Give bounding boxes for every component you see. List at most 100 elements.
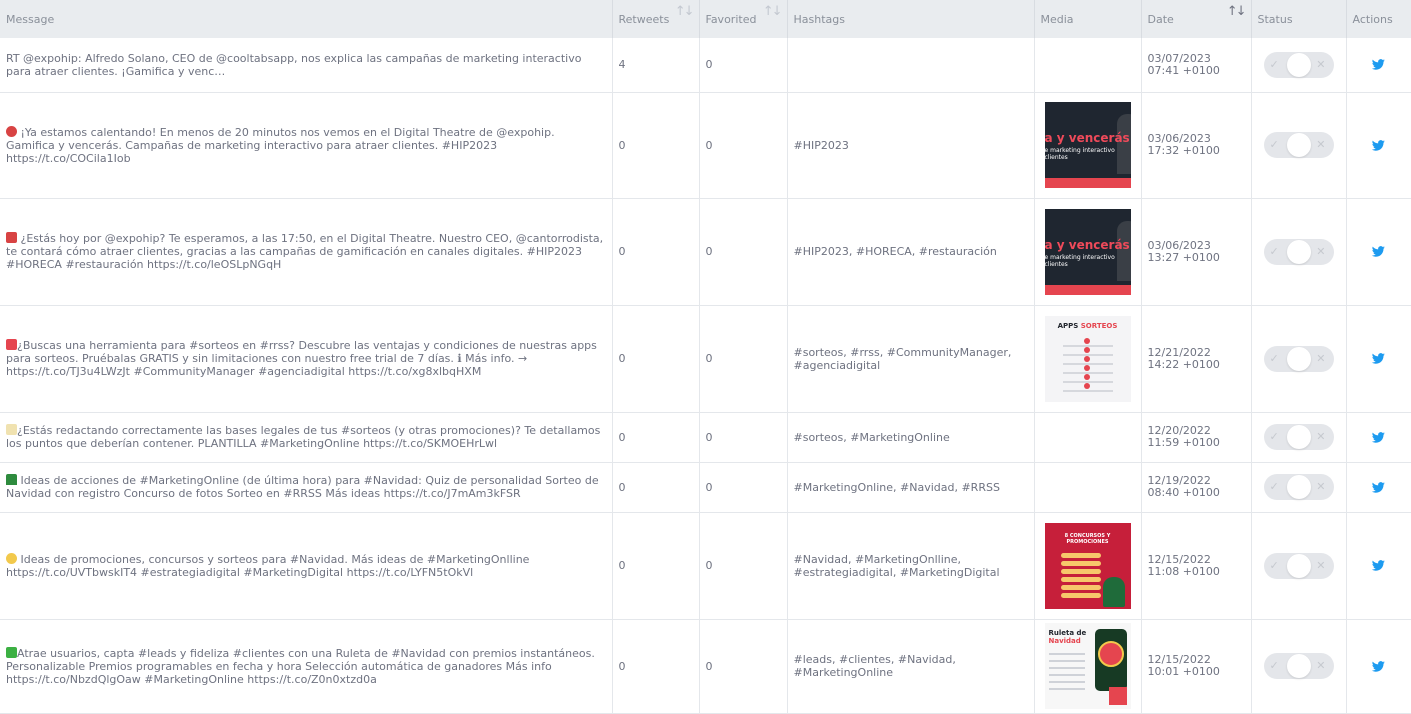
actions-cell <box>1346 198 1411 305</box>
twitter-icon[interactable] <box>1372 59 1386 70</box>
time-text: 11:59 +0100 <box>1147 436 1220 449</box>
time-text: 17:32 +0100 <box>1147 144 1220 157</box>
list-pill <box>1060 552 1101 558</box>
column-header-media: Media <box>1034 0 1142 38</box>
twitter-icon[interactable] <box>1372 431 1386 443</box>
media-thumbnail[interactable]: Ruleta de Navidad <box>1044 623 1131 709</box>
hashtags-text: #sorteos, #rrss, #CommunityManager, #age… <box>793 345 1012 372</box>
time-text: 13:27 +0100 <box>1147 250 1220 264</box>
status-toggle[interactable]: ✓ ✕ <box>1263 132 1334 158</box>
column-header-date[interactable]: Date ↑↓ <box>1141 0 1252 38</box>
media-thumbnail[interactable]: a y vencerás e marketing interactivo clie… <box>1044 208 1131 295</box>
retweets-count: 0 <box>618 430 626 444</box>
twitter-icon[interactable] <box>1372 139 1386 151</box>
retweets-cell: 0 <box>612 305 700 412</box>
retweets-count: 0 <box>618 138 626 152</box>
twitter-icon[interactable] <box>1372 481 1386 493</box>
hashtags-text: #leads, #clientes, #Navidad, #MarketingO… <box>793 653 956 679</box>
sort-icon[interactable]: ↑↓ <box>675 4 695 19</box>
date-text: 03/06/2023 <box>1147 238 1211 252</box>
sort-icon[interactable]: ↑↓ <box>1227 4 1247 19</box>
column-label: Favorited <box>705 12 757 26</box>
column-header-hashtags: Hashtags <box>787 0 1035 38</box>
list-line <box>1048 681 1085 683</box>
list-dot-icon <box>1083 382 1090 389</box>
actions-cell <box>1346 305 1411 412</box>
date-cell: 03/06/2023 13:27 +0100 <box>1141 198 1252 305</box>
date-text: 12/15/2022 <box>1147 552 1211 566</box>
favorited-count: 0 <box>705 430 713 444</box>
favorited-count: 0 <box>705 245 713 258</box>
hashtags-text: #sorteos, #MarketingOnline <box>793 430 950 444</box>
star-icon <box>6 339 17 350</box>
message-text: ¿Estás hoy por @expohip? Te esperamos, a… <box>6 232 604 271</box>
twitter-icon[interactable] <box>1372 353 1386 364</box>
sort-icon[interactable]: ↑↓ <box>763 4 783 19</box>
media-thumbnail[interactable]: a y vencerás e marketing interactivo clie… <box>1044 102 1131 188</box>
column-header-retweets[interactable]: Retweets ↑↓ <box>612 0 700 38</box>
media-cell <box>1034 462 1142 512</box>
twitter-icon[interactable] <box>1372 560 1386 571</box>
message-cell: ¿Estás redactando correctamente las base… <box>0 412 613 462</box>
table-row: ¡Ya estamos calentando! En menos de 20 m… <box>0 92 1411 198</box>
date-text: 12/21/2022 <box>1147 345 1211 359</box>
status-cell: ✓ ✕ <box>1251 305 1347 412</box>
twitter-icon[interactable] <box>1372 660 1386 672</box>
media-subtext: e marketing interactivo clientes <box>1044 147 1115 161</box>
column-label: Hashtags <box>793 12 845 26</box>
close-icon: ✕ <box>1316 659 1326 672</box>
favorited-cell: 0 <box>699 462 788 512</box>
status-toggle[interactable]: ✓ ✕ <box>1263 238 1334 265</box>
status-toggle[interactable]: ✓ ✕ <box>1263 653 1334 679</box>
time-text: 08:40 +0100 <box>1147 486 1220 499</box>
status-cell: ✓ ✕ <box>1251 619 1347 713</box>
column-header-favorited[interactable]: Favorited ↑↓ <box>699 0 788 38</box>
status-toggle[interactable]: ✓ ✕ <box>1263 474 1334 500</box>
hashtags-text: #Navidad, #MarketingOnlline, #estrategia… <box>793 552 1000 579</box>
elf-image <box>1102 576 1125 607</box>
favorited-cell: 0 <box>699 512 788 619</box>
status-toggle[interactable]: ✓ ✕ <box>1263 51 1334 78</box>
actions-cell <box>1346 462 1411 512</box>
table-row: Ideas de promociones, concursos y sorteo… <box>0 512 1411 619</box>
message-text: ¿Buscas una herramienta para #sorteos en… <box>6 339 597 378</box>
column-header-message: Message <box>0 0 613 38</box>
status-toggle[interactable]: ✓ ✕ <box>1263 424 1334 450</box>
message-text: RT @expohip: Alfredo Solano, CEO de @coo… <box>6 51 582 78</box>
status-toggle[interactable]: ✓ ✕ <box>1263 345 1334 372</box>
check-icon: ✓ <box>1269 138 1279 151</box>
close-icon: ✕ <box>1316 351 1326 365</box>
table-row: Atrae usuarios, capta #leads y fideliza … <box>0 619 1411 713</box>
date-cell: 12/15/2022 10:01 +0100 <box>1141 619 1252 713</box>
green-icon <box>6 646 17 658</box>
wheel-image <box>1097 641 1124 667</box>
table-row: ¿Estás hoy por @expohip? Te esperamos, a… <box>0 198 1411 305</box>
twitter-icon[interactable] <box>1372 246 1386 257</box>
table-row: ¿Buscas una herramienta para #sorteos en… <box>0 305 1411 412</box>
status-cell: ✓ ✕ <box>1251 462 1347 512</box>
toggle-knob[interactable] <box>1286 425 1311 449</box>
list-line <box>1048 667 1085 669</box>
date-cell: 12/19/2022 08:40 +0100 <box>1141 462 1252 512</box>
toggle-knob[interactable] <box>1286 52 1311 77</box>
time-text: 14:22 +0100 <box>1147 357 1220 371</box>
toggle-knob[interactable] <box>1286 654 1311 678</box>
toggle-knob[interactable] <box>1286 133 1311 157</box>
toggle-knob[interactable] <box>1286 239 1311 264</box>
hashtags-cell <box>787 38 1035 92</box>
media-headline: 8 CONCURSOS Y PROMOCIONES <box>1064 532 1111 545</box>
toggle-knob[interactable] <box>1286 475 1311 499</box>
list-dot-icon <box>1083 373 1090 380</box>
media-thumbnail[interactable]: 8 CONCURSOS Y PROMOCIONES <box>1044 522 1131 609</box>
media-thumbnail[interactable]: APPS SORTEOS <box>1044 315 1131 402</box>
list-dot-icon <box>1083 364 1090 371</box>
check-icon: ✓ <box>1269 244 1279 258</box>
column-header-actions: Actions <box>1346 0 1411 38</box>
toggle-knob[interactable] <box>1286 553 1311 578</box>
list-dot-icon <box>1083 346 1090 353</box>
media-cell: 8 CONCURSOS Y PROMOCIONES <box>1034 512 1142 619</box>
retweets-cell: 0 <box>612 462 700 512</box>
toggle-knob[interactable] <box>1286 346 1311 371</box>
column-label: Status <box>1257 12 1293 26</box>
status-toggle[interactable]: ✓ ✕ <box>1263 552 1334 579</box>
